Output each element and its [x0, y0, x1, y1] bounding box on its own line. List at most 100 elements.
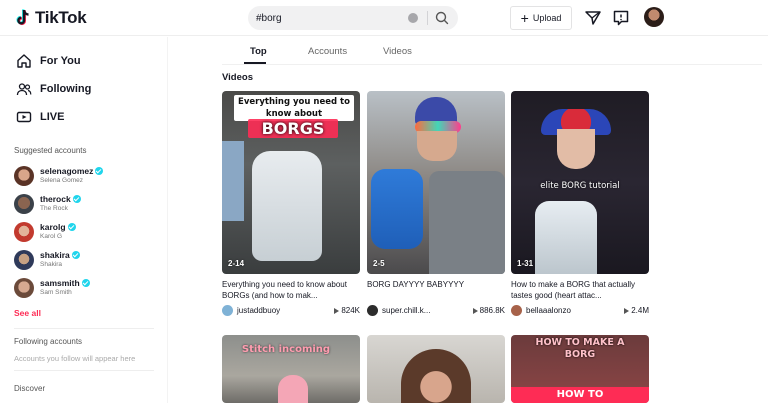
search-icon[interactable] — [432, 8, 452, 28]
person-shape — [401, 349, 471, 403]
jug-shape — [535, 201, 597, 274]
account-display-name: Karol G — [40, 233, 63, 240]
tab-top[interactable]: Top — [250, 46, 267, 57]
account-name-row: samsmith — [40, 278, 90, 288]
suggested-account[interactable]: therock The Rock — [14, 194, 81, 214]
video-card[interactable]: HOW TO MAKE A BORG HOW TO — [511, 335, 649, 403]
avatar — [14, 278, 34, 298]
verified-badge-icon — [95, 167, 104, 175]
video-overlay-text: elite BORG tutorial — [540, 181, 620, 191]
jacket-shape — [429, 171, 505, 274]
video-overlay-banner: HOW TO — [511, 387, 649, 403]
nav-label: For You — [40, 55, 81, 67]
videos-heading: Videos — [222, 72, 253, 83]
view-count: 2.4M — [631, 306, 649, 315]
video-card[interactable] — [367, 335, 505, 403]
play-icon — [472, 307, 478, 314]
account-name: shakira — [40, 250, 70, 260]
jug-shape — [371, 169, 423, 249]
author-avatar[interactable] — [367, 305, 378, 316]
author-name[interactable]: bellaaalonzo — [526, 306, 571, 315]
play-icon — [624, 307, 630, 314]
video-title[interactable]: BORG DAYYYY BABYYYY — [367, 279, 505, 301]
sidebar-item-live[interactable]: LIVE — [16, 109, 64, 125]
search-input[interactable] — [248, 6, 418, 30]
verified-badge-icon — [81, 279, 90, 287]
author-name[interactable]: super.chill.k... — [382, 306, 430, 315]
profile-avatar[interactable] — [644, 7, 664, 27]
video-thumbnail[interactable] — [367, 335, 505, 403]
box-shape — [222, 141, 244, 221]
video-card[interactable]: 2-5 BORG DAYYYY BABYYYY super.chill.k...… — [367, 91, 505, 316]
video-thumbnail[interactable]: elite BORG tutorial 1-31 — [511, 91, 649, 274]
video-thumbnail[interactable]: Stitch incoming — [222, 335, 360, 403]
nav-label: Following — [40, 83, 92, 95]
avatar — [14, 194, 34, 214]
thumbnail-label: 2-14 — [228, 259, 245, 268]
verified-badge-icon — [71, 251, 80, 259]
video-meta: super.chill.k... 886.8K — [367, 305, 505, 316]
video-thumbnail[interactable]: Everything you need to know about BORGS … — [222, 91, 360, 274]
account-name: therock — [40, 194, 71, 204]
account-display-name: Selena Gomez — [40, 177, 83, 184]
verified-badge-icon — [67, 223, 76, 231]
live-icon — [16, 111, 32, 123]
account-display-name: Shakira — [40, 261, 63, 268]
account-name-row: therock — [40, 194, 81, 204]
sidebar-divider — [14, 370, 154, 371]
author-name[interactable]: justaddbuoy — [237, 306, 280, 315]
account-name-row: shakira — [40, 250, 80, 260]
tiktok-logo-icon — [16, 9, 29, 26]
video-meta: bellaaalonzo 2.4M — [511, 305, 649, 316]
author-avatar[interactable] — [511, 305, 522, 316]
sidebar-divider — [14, 328, 154, 329]
video-thumbnail[interactable]: 2-5 — [367, 91, 505, 274]
following-empty-text: Accounts you follow will appear here — [14, 354, 136, 363]
avatar — [14, 250, 34, 270]
clear-search-icon[interactable] — [408, 13, 418, 23]
account-display-name: Sam Smith — [40, 289, 72, 296]
search-bar — [248, 6, 458, 30]
video-card[interactable]: elite BORG tutorial 1-31 How to make a B… — [511, 91, 649, 316]
tiktok-logo[interactable]: TikTok — [16, 8, 87, 28]
suggested-account[interactable]: karolg Karol G — [14, 222, 76, 242]
toy-shape — [278, 375, 308, 403]
account-name: karolg — [40, 222, 66, 232]
sidebar: For You Following LIVE Suggested account… — [0, 37, 168, 403]
following-accounts-title: Following accounts — [14, 337, 83, 346]
avatar — [14, 222, 34, 242]
video-card[interactable]: Everything you need to know about BORGS … — [222, 91, 360, 316]
upload-button[interactable]: + Upload — [510, 6, 572, 30]
account-display-name: The Rock — [40, 205, 68, 212]
author-avatar[interactable] — [222, 305, 233, 316]
inbox-icon[interactable] — [612, 9, 630, 27]
see-all-link[interactable]: See all — [14, 308, 41, 318]
video-title[interactable]: How to make a BORG that actually tastes … — [511, 279, 649, 301]
tab-videos[interactable]: Videos — [383, 46, 412, 57]
thumbnail-label: 2-5 — [373, 259, 385, 268]
suggested-account[interactable]: shakira Shakira — [14, 250, 80, 270]
video-thumbnail[interactable]: HOW TO MAKE A BORG HOW TO — [511, 335, 649, 403]
send-icon[interactable] — [584, 9, 602, 27]
account-name: samsmith — [40, 278, 80, 288]
video-title[interactable]: Everything you need to know about BORGs … — [222, 279, 360, 301]
suggested-accounts-title: Suggested accounts — [14, 146, 87, 155]
account-name-row: selenagomez — [40, 166, 104, 176]
home-icon — [17, 54, 31, 68]
video-card[interactable]: Stitch incoming — [222, 335, 360, 403]
sidebar-item-for-you[interactable]: For You — [16, 53, 81, 69]
face-shape — [417, 131, 457, 161]
view-count: 824K — [341, 306, 360, 315]
video-meta: justaddbuoy 824K — [222, 305, 360, 316]
search-divider — [427, 11, 428, 25]
account-name: selenagomez — [40, 166, 94, 176]
suggested-account[interactable]: selenagomez Selena Gomez — [14, 166, 104, 186]
video-overlay-title: HOW TO MAKE A BORG — [535, 337, 625, 360]
avatar — [14, 166, 34, 186]
top-bar: TikTok + Upload — [0, 0, 768, 36]
logo-text: TikTok — [35, 8, 87, 27]
tab-accounts[interactable]: Accounts — [308, 46, 347, 57]
tabs-divider — [222, 64, 762, 65]
suggested-account[interactable]: samsmith Sam Smith — [14, 278, 90, 298]
sidebar-item-following[interactable]: Following — [16, 81, 91, 97]
